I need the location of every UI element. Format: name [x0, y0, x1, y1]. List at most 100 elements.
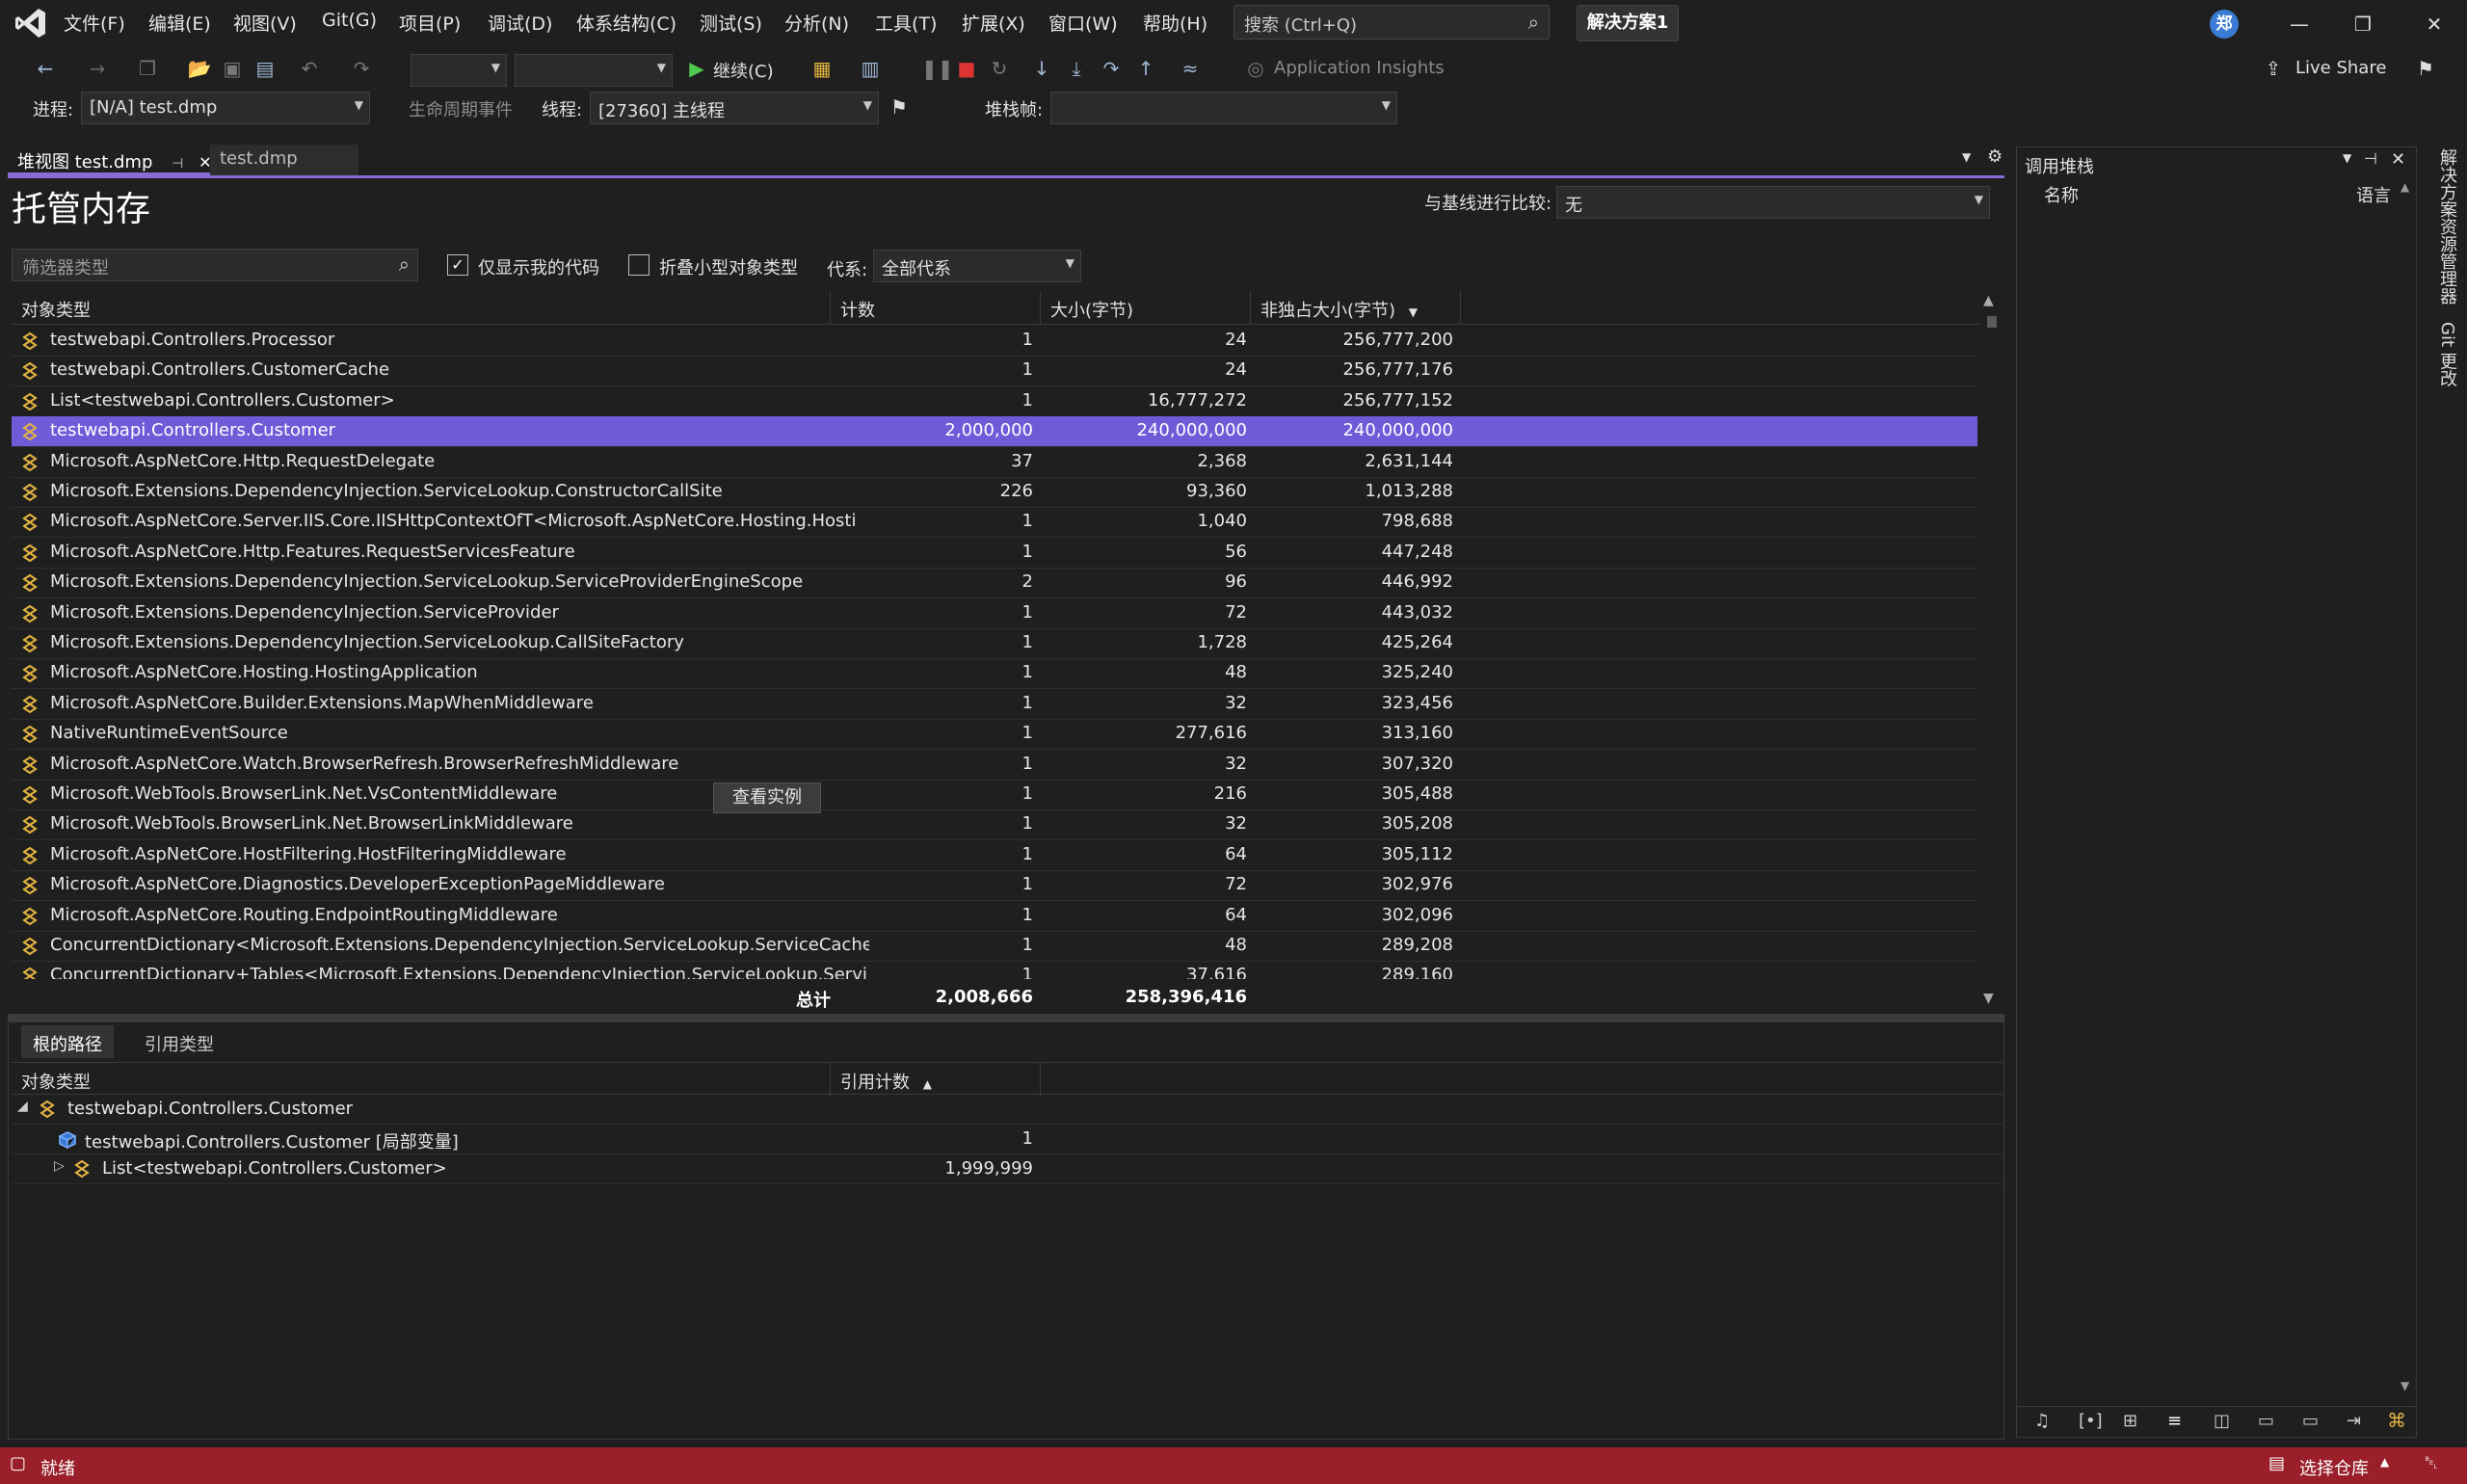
redo-icon[interactable]: ↷: [347, 54, 376, 83]
search-input[interactable]: 搜索 (Ctrl+Q) ⌕: [1234, 5, 1550, 40]
collapse-arrow-icon[interactable]: ◢: [17, 1099, 28, 1114]
watch-icon[interactable]: ⊞: [2123, 1411, 2137, 1431]
tab-paths-to-root[interactable]: 根的路径: [21, 1025, 114, 1058]
locals-icon[interactable]: [•]: [2079, 1411, 2103, 1431]
call-stack-tab-icon[interactable]: ≡: [2167, 1411, 2182, 1431]
immediate-window-icon[interactable]: ⇥: [2347, 1411, 2361, 1431]
stop-icon[interactable]: ■: [954, 54, 979, 83]
live-share-button[interactable]: Live Share: [2295, 58, 2386, 78]
undo-icon[interactable]: ↶: [295, 54, 324, 83]
table-row[interactable]: ConcurrentDictionary<Microsoft.Extension…: [12, 931, 1977, 962]
exception-settings-icon[interactable]: ▭: [2258, 1411, 2274, 1431]
new-project-icon[interactable]: ❐: [133, 54, 162, 83]
tab-heap-view[interactable]: 堆视图 test.dmp ⊣ ✕: [8, 145, 211, 175]
breakpoints-icon[interactable]: ◫: [2214, 1411, 2230, 1431]
table-row[interactable]: Microsoft.Extensions.DependencyInjection…: [12, 598, 1977, 629]
application-insights-button[interactable]: Application Insights: [1274, 58, 1445, 78]
flag-icon[interactable]: ⚑: [887, 93, 912, 121]
pane-splitter[interactable]: [8, 1014, 2004, 1021]
column-header-retained[interactable]: 非独占大小(字节) ▼: [1251, 291, 1461, 324]
scroll-up-icon[interactable]: ▲: [2401, 180, 2409, 194]
table-row[interactable]: NativeRuntimeEventSource 1 277,616 313,160: [12, 719, 1977, 751]
restore-icon[interactable]: ❐: [2346, 10, 2380, 39]
menu-git[interactable]: Git(G): [322, 10, 377, 31]
column-header-type[interactable]: 对象类型: [12, 291, 831, 324]
table-row[interactable]: Microsoft.Extensions.DependencyInjection…: [12, 477, 1977, 508]
save-all-icon[interactable]: ▤: [251, 54, 279, 83]
share-icon[interactable]: ⇪: [2261, 54, 2286, 83]
column-header-object-type[interactable]: 对象类型: [12, 1063, 831, 1096]
scroll-thumb[interactable]: [1987, 316, 1997, 328]
show-next-statement-icon[interactable]: ↓: [1029, 54, 1054, 83]
call-stack-col-lang[interactable]: 语言: [2356, 182, 2391, 207]
solution-name-badge[interactable]: 解决方案1: [1577, 5, 1679, 41]
generation-combo[interactable]: 全部代系 ▼: [873, 250, 1081, 282]
column-header-refcount[interactable]: 引用计数 ▲: [831, 1063, 1041, 1096]
close-pane-icon[interactable]: ✕: [2391, 149, 2405, 170]
menu-tools[interactable]: 工具(T): [875, 10, 937, 36]
save-icon[interactable]: ▣: [218, 54, 247, 83]
table-row[interactable]: testwebapi.Controllers.Customer 2,000,000…: [12, 416, 1977, 448]
avatar[interactable]: 郑: [2210, 10, 2239, 39]
table-row[interactable]: List<testwebapi.Controllers.Customer> 1 16…: [12, 386, 1977, 417]
tab-overflow-icon[interactable]: ▼: [1962, 150, 1971, 164]
gear-icon[interactable]: ⚙: [1987, 146, 2003, 167]
table-row[interactable]: Microsoft.WebTools.BrowserLink.Net.VsCon…: [12, 780, 1977, 810]
stack-frame-combo[interactable]: ▼: [1050, 92, 1397, 124]
window-layout-icon[interactable]: ▥: [856, 54, 885, 83]
table-row[interactable]: ConcurrentDictionary+Tables<Microsoft.Ex…: [12, 961, 1977, 979]
menu-debug[interactable]: 调试(D): [488, 10, 552, 36]
pin-icon[interactable]: ⊣: [2364, 149, 2377, 168]
continue-button[interactable]: 继续(C): [713, 58, 774, 83]
scroll-up-icon[interactable]: ▲: [1983, 293, 1994, 308]
close-window-icon[interactable]: ✕: [2417, 10, 2452, 39]
config-combo[interactable]: ▼: [411, 54, 507, 87]
forward-icon[interactable]: →: [83, 54, 112, 83]
scroll-down-icon[interactable]: ▼: [1983, 991, 1994, 1006]
pin-icon[interactable]: ⊣: [172, 156, 183, 172]
table-row[interactable]: Microsoft.AspNetCore.Diagnostics.Develop…: [12, 870, 1977, 902]
menu-view[interactable]: 视图(V): [233, 10, 297, 36]
menu-test[interactable]: 测试(S): [700, 10, 762, 36]
tree-row-list[interactable]: ▷ List<testwebapi.Controllers.Customer> …: [12, 1154, 2004, 1184]
solution-explorer-tab[interactable]: 解决方案资源管理器: [2434, 148, 2459, 305]
attach-icon[interactable]: ▦: [808, 54, 836, 83]
menu-project[interactable]: 项目(P): [399, 10, 461, 36]
table-row[interactable]: Microsoft.Extensions.DependencyInjection…: [12, 628, 1977, 659]
select-repository-button[interactable]: 选择仓库: [2299, 1455, 2369, 1480]
process-combo[interactable]: [N/A] test.dmp ▼: [81, 92, 370, 124]
collapse-small-checkbox[interactable]: [628, 254, 650, 276]
restart-icon[interactable]: ↻: [987, 54, 1012, 83]
scroll-down-icon[interactable]: ▼: [2401, 1379, 2409, 1392]
view-instances-button[interactable]: 查看实例: [713, 782, 821, 813]
table-row[interactable]: Microsoft.AspNetCore.Routing.EndpointRou…: [12, 901, 1977, 932]
feedback-icon[interactable]: ⚑: [2411, 54, 2440, 83]
menu-edit[interactable]: 编辑(E): [148, 10, 211, 36]
notifications-icon[interactable]: ␇: [2425, 1453, 2438, 1473]
step-into-icon[interactable]: ⤓: [1064, 54, 1089, 83]
step-out-icon[interactable]: ↑: [1133, 54, 1158, 83]
git-changes-tab[interactable]: Git 更改: [2434, 322, 2459, 387]
lightbulb-icon[interactable]: ◎: [1243, 54, 1268, 83]
back-icon[interactable]: ←: [31, 54, 60, 83]
baseline-combo[interactable]: 无 ▼: [1556, 186, 1990, 219]
table-row[interactable]: Microsoft.AspNetCore.Http.Features.Reque…: [12, 538, 1977, 569]
table-scrollbar[interactable]: ▲ ▼: [1981, 291, 2001, 1012]
column-header-size[interactable]: 大小(字节): [1041, 291, 1251, 324]
menu-analyze[interactable]: 分析(N): [784, 10, 849, 36]
call-stack-scrollbar[interactable]: ▲ ▼: [2399, 180, 2414, 1400]
call-stack-col-name[interactable]: 名称: [2044, 182, 2079, 207]
chevron-up-icon[interactable]: ▲: [2380, 1455, 2389, 1469]
open-folder-icon[interactable]: 📂: [185, 54, 214, 83]
just-my-code-checkbox[interactable]: ✓: [447, 254, 468, 276]
table-row[interactable]: Microsoft.Extensions.DependencyInjection…: [12, 568, 1977, 599]
tree-row-root[interactable]: ◢ testwebapi.Controllers.Customer: [12, 1095, 2004, 1125]
table-row[interactable]: Microsoft.AspNetCore.Builder.Extensions.…: [12, 689, 1977, 720]
platform-combo[interactable]: ▼: [515, 54, 673, 87]
continue-play-icon[interactable]: ▶: [684, 54, 709, 83]
table-row[interactable]: testwebapi.Controllers.Processor 1 24 256,7…: [12, 326, 1977, 357]
hot-reload-icon[interactable]: ≈: [1176, 54, 1205, 83]
pane-menu-icon[interactable]: ▼: [2343, 151, 2351, 165]
tab-test-dmp[interactable]: test.dmp: [210, 145, 358, 175]
menu-help[interactable]: 帮助(H): [1143, 10, 1207, 36]
